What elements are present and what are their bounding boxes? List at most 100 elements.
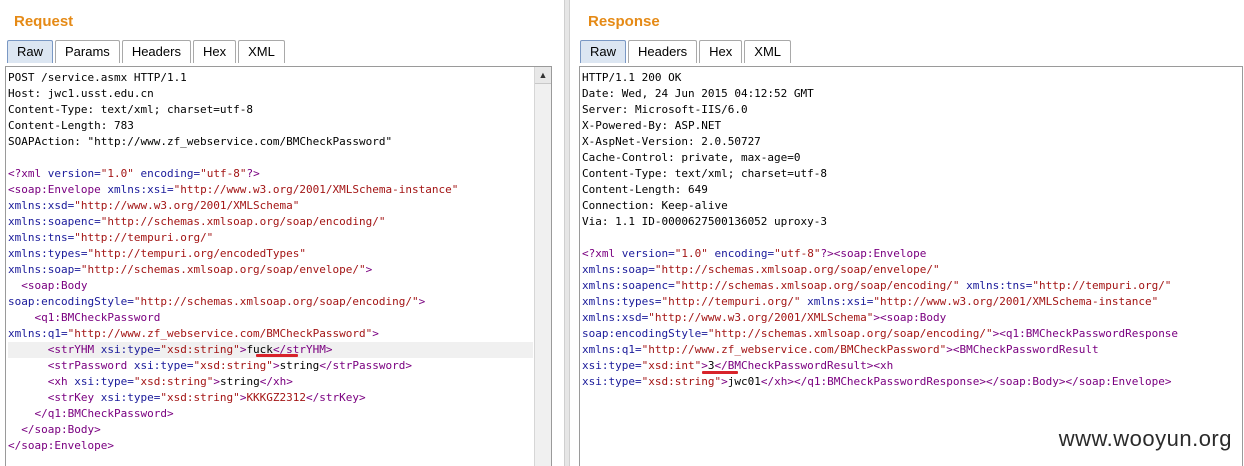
request-panel: Request Raw Params Headers Hex XML POST … bbox=[0, 0, 564, 466]
code-line: xsi:type="xsd:int">3</BMCheckPasswordRes… bbox=[582, 358, 1240, 374]
watermark: www.wooyun.org bbox=[1058, 426, 1232, 451]
code-token: > bbox=[372, 327, 379, 340]
code-token: "utf-8" bbox=[774, 247, 821, 260]
code-token: <?xml bbox=[582, 247, 622, 260]
response-editor[interactable]: HTTP/1.1 200 OK Date: Wed, 24 Jun 2015 04… bbox=[579, 66, 1243, 466]
code-token: ?> bbox=[246, 167, 260, 180]
code-line: xmlns:q1="http://www.zf_webservice.com/B… bbox=[8, 326, 533, 342]
code-token: xsi:type= bbox=[74, 375, 134, 388]
code-token: </strPassword> bbox=[319, 359, 413, 372]
code-token: </BMCheckPasswordResult><xh bbox=[714, 359, 894, 372]
code-token: xmlns:types= bbox=[582, 295, 662, 308]
code-line: xmlns:types="http://tempuri.org/encodedT… bbox=[8, 246, 533, 262]
code-token: Content-Length: 783 bbox=[8, 119, 134, 132]
code-line: xmlns:soapenc="http://schemas.xmlsoap.or… bbox=[8, 214, 533, 230]
request-editor[interactable]: POST /service.asmx HTTP/1.1 Host: jwc1.us… bbox=[5, 66, 552, 466]
code-token: xmlns:q1= bbox=[8, 327, 68, 340]
red-underline-annotation bbox=[256, 354, 298, 357]
response-tab-headers[interactable]: Headers bbox=[628, 40, 698, 63]
code-token: "http://schemas.xmlsoap.org/soap/envelop… bbox=[654, 263, 940, 276]
code-token: ><q1:BMCheckPasswordResponse bbox=[992, 327, 1179, 340]
code-line: Content-Type: text/xml; charset=utf-8 bbox=[582, 166, 1240, 182]
code-token: xsi:type= bbox=[100, 391, 161, 404]
code-line: xmlns:soap="http://schemas.xmlsoap.org/s… bbox=[582, 262, 1240, 278]
code-line: soap:encodingStyle="http://schemas.xmlso… bbox=[8, 294, 533, 310]
code-token: <soap:Body bbox=[8, 279, 88, 292]
request-scrollbar[interactable]: ▲ bbox=[534, 67, 551, 466]
code-token: xmlns:xsd= bbox=[582, 311, 649, 324]
code-token: "http://schemas.xmlsoap.org/soap/encodin… bbox=[674, 279, 960, 292]
request-tab-hex[interactable]: Hex bbox=[192, 40, 237, 63]
code-token: > bbox=[721, 375, 728, 388]
response-tab-xml[interactable]: XML bbox=[744, 40, 792, 63]
code-line: </soap:Body> bbox=[8, 422, 533, 438]
code-token: Connection: Keep-alive bbox=[582, 199, 728, 212]
request-raw-text[interactable]: POST /service.asmx HTTP/1.1 Host: jwc1.us… bbox=[8, 70, 533, 454]
code-token: Content-Type: text/xml; charset=utf-8 bbox=[582, 167, 828, 180]
code-token: "http://tempuri.org/encodedTypes" bbox=[87, 247, 307, 260]
code-token: xmlns:xsi= bbox=[107, 183, 174, 196]
response-title: Response bbox=[588, 13, 660, 30]
request-title: Request bbox=[14, 13, 74, 30]
request-tab-raw[interactable]: Raw bbox=[7, 40, 54, 63]
code-token: > bbox=[418, 295, 426, 308]
code-line: xsi:type="xsd:string">jwc01</xh></q1:BMC… bbox=[582, 374, 1240, 390]
scroll-up-arrow-icon[interactable]: ▲ bbox=[535, 67, 551, 84]
code-token: "xsd:string" bbox=[641, 375, 722, 388]
response-tab-hex[interactable]: Hex bbox=[699, 40, 743, 63]
code-line: xmlns:soap="http://schemas.xmlsoap.org/s… bbox=[8, 262, 533, 278]
code-token: xmlns:tns= bbox=[8, 231, 75, 244]
code-token: Via: 1.1 ID-0000627500136052 uproxy-3 bbox=[582, 215, 828, 228]
code-line: Content-Length: 783 bbox=[8, 118, 533, 134]
code-line: Host: jwc1.usst.edu.cn bbox=[8, 86, 533, 102]
code-token: "http://tempuri.org/" bbox=[74, 231, 214, 244]
code-token: Cache-Control: private, max-age=0 bbox=[582, 151, 801, 164]
code-token: KKKGZ2312 bbox=[246, 391, 307, 404]
code-line: Content-Length: 649 bbox=[582, 182, 1240, 198]
response-tab-raw[interactable]: Raw bbox=[580, 40, 627, 63]
code-token: <?xml bbox=[8, 167, 48, 180]
request-tab-xml[interactable]: XML bbox=[238, 40, 285, 63]
code-line: soap:encodingStyle="http://schemas.xmlso… bbox=[582, 326, 1240, 342]
code-token: xmlns:types= bbox=[8, 247, 88, 260]
code-token: Server: Microsoft-IIS/6.0 bbox=[582, 103, 748, 116]
code-line: xmlns:xsd="http://www.w3.org/2001/XMLSch… bbox=[8, 198, 533, 214]
code-token: "http://tempuri.org/" bbox=[1032, 279, 1172, 292]
code-token: <strYHM bbox=[8, 343, 101, 356]
code-token: xsi:type= bbox=[133, 359, 194, 372]
request-tab-params[interactable]: Params bbox=[55, 40, 120, 63]
request-tab-headers[interactable]: Headers bbox=[121, 40, 191, 63]
code-token: encoding= bbox=[133, 167, 201, 180]
code-token: xmlns:soap= bbox=[582, 263, 655, 276]
code-token: "http://schemas.xmlsoap.org/soap/encodin… bbox=[707, 327, 993, 340]
code-line: X-AspNet-Version: 2.0.50727 bbox=[582, 134, 1240, 150]
code-token: "http://www.zf_webservice.com/BMCheckPas… bbox=[67, 327, 373, 340]
code-token: "http://schemas.xmlsoap.org/soap/encodin… bbox=[133, 295, 419, 308]
code-line: Via: 1.1 ID-0000627500136052 uproxy-3 bbox=[582, 214, 1240, 230]
response-panel: Response Raw Headers Hex XML HTTP/1.1 20… bbox=[570, 0, 1244, 466]
code-line: <?xml version="1.0" encoding="utf-8"?><s… bbox=[582, 246, 1240, 262]
code-token: "xsd:string" bbox=[160, 343, 240, 356]
code-line: Server: Microsoft-IIS/6.0 bbox=[582, 102, 1240, 118]
code-token: version= bbox=[47, 167, 101, 180]
response-raw-text[interactable]: HTTP/1.1 200 OK Date: Wed, 24 Jun 2015 04… bbox=[582, 70, 1240, 390]
code-line: HTTP/1.1 200 OK bbox=[582, 70, 1240, 86]
code-line: </q1:BMCheckPassword> bbox=[8, 406, 533, 422]
code-token: ><soap:Body bbox=[873, 311, 947, 324]
red-underline-annotation bbox=[702, 371, 738, 374]
code-token: Date: Wed, 24 Jun 2015 04:12:52 GMT bbox=[582, 87, 814, 100]
code-token: <soap:Envelope bbox=[833, 247, 927, 260]
code-line: <soap:Body bbox=[8, 278, 533, 294]
code-token: "xsd:string" bbox=[193, 359, 273, 372]
code-token: xmlns:soapenc= bbox=[582, 279, 675, 292]
code-token: xmlns:q1= bbox=[582, 343, 642, 356]
code-token: encoding= bbox=[707, 247, 775, 260]
code-token: xsi:type= bbox=[582, 359, 642, 372]
code-token: Content-Type: text/xml; charset=utf-8 bbox=[8, 103, 254, 116]
code-token: X-AspNet-Version: 2.0.50727 bbox=[582, 135, 761, 148]
code-line: <strPassword xsi:type="xsd:string">strin… bbox=[8, 358, 533, 374]
code-line: xmlns:q1="http://www.zf_webservice.com/B… bbox=[582, 342, 1240, 358]
code-line: xmlns:xsd="http://www.w3.org/2001/XMLSch… bbox=[582, 310, 1240, 326]
code-token: jwc01 bbox=[727, 375, 761, 388]
code-token: </xh></q1:BMCheckPasswordResponse></soap… bbox=[760, 375, 1172, 388]
